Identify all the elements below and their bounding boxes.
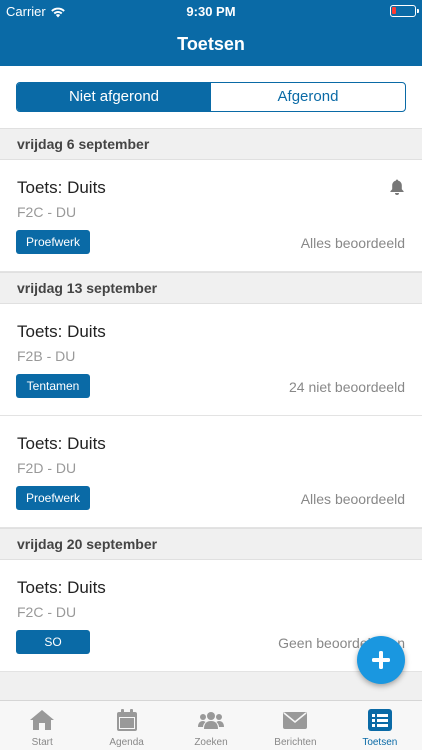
- tab-agenda[interactable]: Agenda: [84, 701, 168, 750]
- test-type-badge: Proefwerk: [16, 230, 90, 254]
- section-header: vrijdag 6 september: [0, 128, 422, 160]
- navigation-bar: Toetsen: [0, 22, 422, 66]
- grading-status: Alles beoordeeld: [300, 491, 405, 507]
- list-icon: [367, 709, 392, 731]
- test-type-badge: Proefwerk: [16, 486, 90, 510]
- tab-berichten[interactable]: Berichten: [253, 701, 337, 750]
- status-bar: Carrier 9:30 PM: [0, 0, 422, 22]
- mail-icon: [283, 712, 308, 729]
- bell-icon[interactable]: [388, 178, 406, 196]
- test-class-code: F2D - DU: [17, 460, 77, 476]
- tab-label: Agenda: [109, 737, 144, 748]
- test-class-code: F2C - DU: [17, 204, 77, 220]
- tab-bar: Start Agenda Zoeken Berichten Toetsen: [0, 700, 422, 750]
- segment-niet-afgerond[interactable]: Niet afgerond: [17, 83, 211, 111]
- battery-icon: [390, 5, 419, 17]
- test-title: Toets: Duits: [17, 178, 106, 197]
- section-header: vrijdag 20 september: [0, 528, 422, 560]
- tab-zoeken[interactable]: Zoeken: [169, 701, 253, 750]
- test-list-item[interactable]: Toets: Duits F2C - DU Proefwerk Alles be…: [0, 160, 422, 272]
- test-title: Toets: Duits: [17, 322, 106, 341]
- test-title: Toets: Duits: [17, 434, 106, 453]
- tab-toetsen[interactable]: Toetsen: [338, 701, 422, 750]
- tab-label: Start: [31, 737, 53, 748]
- tab-label: Zoeken: [194, 737, 228, 748]
- plus-icon: [372, 651, 390, 669]
- test-class-code: F2B - DU: [17, 348, 76, 364]
- people-icon: [198, 712, 225, 729]
- clock: 9:30 PM: [186, 4, 236, 19]
- section-header: vrijdag 13 september: [0, 272, 422, 304]
- segment-container: Niet afgerond Afgerond: [0, 66, 422, 128]
- test-type-badge: Tentamen: [16, 374, 90, 398]
- grading-status: 24 niet beoordeeld: [289, 379, 405, 395]
- home-icon: [30, 710, 55, 730]
- tab-label: Berichten: [274, 737, 317, 748]
- grading-status: Alles beoordeeld: [300, 235, 405, 251]
- add-test-button[interactable]: [357, 636, 405, 684]
- segmented-control: Niet afgerond Afgerond: [16, 82, 406, 112]
- test-list-item[interactable]: Toets: Duits F2B - DU Tentamen 24 niet b…: [0, 304, 422, 416]
- test-title: Toets: Duits: [17, 578, 106, 597]
- test-type-badge: SO: [16, 630, 90, 654]
- page-title: Toetsen: [177, 34, 245, 54]
- calendar-icon: [116, 709, 137, 731]
- segment-afgerond[interactable]: Afgerond: [211, 83, 405, 111]
- test-list-item[interactable]: Toets: Duits F2D - DU Proefwerk Alles be…: [0, 416, 422, 528]
- tab-start[interactable]: Start: [0, 701, 84, 750]
- test-class-code: F2C - DU: [17, 604, 77, 620]
- tab-label: Toetsen: [362, 737, 398, 748]
